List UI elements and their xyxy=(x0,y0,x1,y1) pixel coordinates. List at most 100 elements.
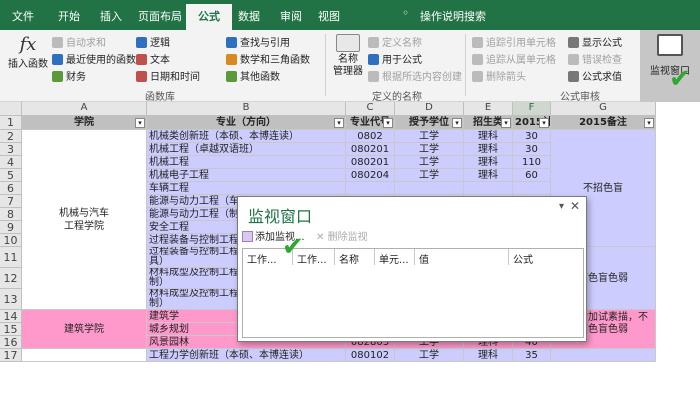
row-header-11[interactable]: 11 xyxy=(0,247,22,268)
merged-cell-a-mech[interactable]: 机械与汽车 工程学院 xyxy=(22,130,147,310)
row-header-4[interactable]: 4 xyxy=(0,156,22,169)
finance-button[interactable]: 财务 xyxy=(52,68,86,83)
cell-c6[interactable] xyxy=(346,182,395,195)
cell-f2[interactable]: 30 xyxy=(513,130,551,143)
trace-precedents-button[interactable]: 追踪引用单元格 xyxy=(472,34,556,49)
cell-b17[interactable]: 工程力学创新班（本硕、本博连读） xyxy=(147,349,346,362)
use-in-formula-button[interactable]: 用于公式 xyxy=(368,51,422,66)
cell-b5[interactable]: 机械电子工程 xyxy=(147,169,346,182)
cell-d5[interactable]: 工学 xyxy=(395,169,464,182)
row-header-14[interactable]: 14 xyxy=(0,310,22,323)
row-header-5[interactable]: 5 xyxy=(0,169,22,182)
cell-f4[interactable]: 110 xyxy=(513,156,551,169)
recent-functions-button[interactable]: 最近使用的函数 xyxy=(52,51,136,66)
cell-e6[interactable] xyxy=(464,182,513,195)
create-from-selection-button[interactable]: 根据所选内容创建 xyxy=(368,68,462,83)
row-header-16[interactable]: 16 xyxy=(0,336,22,349)
filter-dropdown-icon[interactable]: ▾ xyxy=(334,118,344,128)
cell-d2[interactable]: 工学 xyxy=(395,130,464,143)
cell-c4[interactable]: 080201 xyxy=(346,156,395,169)
text-button[interactable]: 文本 xyxy=(136,51,170,66)
cell-e2[interactable]: 理科 xyxy=(464,130,513,143)
column-header-B[interactable]: B xyxy=(147,102,346,116)
evaluate-formula-button[interactable]: 公式求值 xyxy=(568,68,622,83)
watch-column-4[interactable]: 值 xyxy=(419,251,429,266)
datetime-button[interactable]: 日期和时间 xyxy=(136,68,200,83)
column-header-E[interactable]: E xyxy=(464,102,513,116)
column-header-D[interactable]: D xyxy=(395,102,464,116)
tab-2[interactable]: 插入 xyxy=(100,8,122,24)
cell-d4[interactable]: 工学 xyxy=(395,156,464,169)
cell-c2[interactable]: 0802 xyxy=(346,130,395,143)
cell-f5[interactable]: 60 xyxy=(513,169,551,182)
row-header-13[interactable]: 13 xyxy=(0,289,22,310)
filter-dropdown-icon[interactable]: ▾ xyxy=(383,118,393,128)
row-header-17[interactable]: 17 xyxy=(0,349,22,362)
remove-arrows-button[interactable]: 删除箭头 xyxy=(472,68,526,83)
cell-f17[interactable]: 35 xyxy=(513,349,551,362)
lookup-button[interactable]: 查找与引用 xyxy=(226,34,290,49)
watch-column-3[interactable]: 单元... xyxy=(379,251,409,266)
filter-dropdown-icon[interactable]: ▾ xyxy=(501,118,511,128)
watch-column-5[interactable]: 公式 xyxy=(513,251,533,266)
cell-f6[interactable] xyxy=(513,182,551,195)
error-check-button[interactable]: 错误检查 xyxy=(568,51,622,66)
define-name-button[interactable]: 定义名称 xyxy=(368,34,422,49)
dropdown-arrow-icon[interactable]: ▾ xyxy=(559,201,564,212)
logic-button[interactable]: 逻辑 xyxy=(136,34,170,49)
tab-0[interactable]: 文件 xyxy=(12,8,34,24)
tab-3[interactable]: 页面布局 xyxy=(138,8,182,24)
row-header-8[interactable]: 8 xyxy=(0,208,22,221)
row-header-7[interactable]: 7 xyxy=(0,195,22,208)
row-header-9[interactable]: 9 xyxy=(0,221,22,234)
column-header-C[interactable]: C xyxy=(346,102,395,116)
column-header-G[interactable]: G xyxy=(551,102,656,116)
show-formulas-button[interactable]: 显示公式 xyxy=(568,34,622,49)
header-cell-a[interactable]: 学院 xyxy=(22,116,147,130)
tab-5[interactable]: 数据 xyxy=(238,8,260,24)
name-manager-button[interactable]: 名称 管理器 xyxy=(331,34,365,78)
row-header-1[interactable]: 1 xyxy=(0,116,22,130)
row-header-15[interactable]: 15 xyxy=(0,323,22,336)
select-all-corner[interactable] xyxy=(0,102,22,116)
cell-c5[interactable]: 080204 xyxy=(346,169,395,182)
cell-a17[interactable] xyxy=(22,349,147,362)
cell-e5[interactable]: 理科 xyxy=(464,169,513,182)
row-header-12[interactable]: 12 xyxy=(0,268,22,289)
insert-function-button[interactable]: fx 插入函数 xyxy=(6,34,50,70)
cell-c3[interactable]: 080201 xyxy=(346,143,395,156)
watch-column-0[interactable]: 工作... xyxy=(247,251,277,266)
cell-e17[interactable]: 理科 xyxy=(464,349,513,362)
close-icon[interactable]: ✕ xyxy=(570,199,580,213)
row-header-3[interactable]: 3 xyxy=(0,143,22,156)
watch-column-2[interactable]: 名称 xyxy=(339,251,359,266)
cell-d6[interactable] xyxy=(395,182,464,195)
filter-dropdown-icon[interactable]: ▾ xyxy=(644,118,654,128)
autosum-button[interactable]: 自动求和 xyxy=(52,34,106,49)
cell-b4[interactable]: 机械工程 xyxy=(147,156,346,169)
cell-b3[interactable]: 机械工程（卓越双语班） xyxy=(147,143,346,156)
cell-d17[interactable]: 工学 xyxy=(395,349,464,362)
other-functions-button[interactable]: 其他函数 xyxy=(226,68,280,83)
cell-g17[interactable] xyxy=(551,349,656,362)
filter-dropdown-icon[interactable]: ▾ xyxy=(135,118,145,128)
column-header-F[interactable]: F xyxy=(513,102,551,116)
filter-dropdown-icon[interactable]: ▾ xyxy=(539,118,549,128)
cell-e4[interactable]: 理科 xyxy=(464,156,513,169)
cell-d3[interactable]: 工学 xyxy=(395,143,464,156)
column-header-A[interactable]: A xyxy=(22,102,147,116)
tab-7[interactable]: 视图 xyxy=(318,8,340,24)
row-header-2[interactable]: 2 xyxy=(0,130,22,143)
cell-f3[interactable]: 30 xyxy=(513,143,551,156)
cell-e3[interactable]: 理科 xyxy=(464,143,513,156)
tab-4[interactable]: 公式 xyxy=(186,4,232,30)
tab-1[interactable]: 开始 xyxy=(58,8,80,24)
cell-b2[interactable]: 机械类创新班（本硕、本博连读） xyxy=(147,130,346,143)
merged-cell-a-arch[interactable]: 建筑学院 xyxy=(22,310,147,349)
tab-6[interactable]: 审阅 xyxy=(280,8,302,24)
header-cell-b[interactable]: 专业（方向） xyxy=(147,116,346,130)
cell-b6[interactable]: 车辆工程 xyxy=(147,182,346,195)
filter-dropdown-icon[interactable]: ▾ xyxy=(452,118,462,128)
delete-watch-button[interactable]: ✕ 删除监视 xyxy=(316,228,368,243)
row-header-10[interactable]: 10 xyxy=(0,234,22,247)
